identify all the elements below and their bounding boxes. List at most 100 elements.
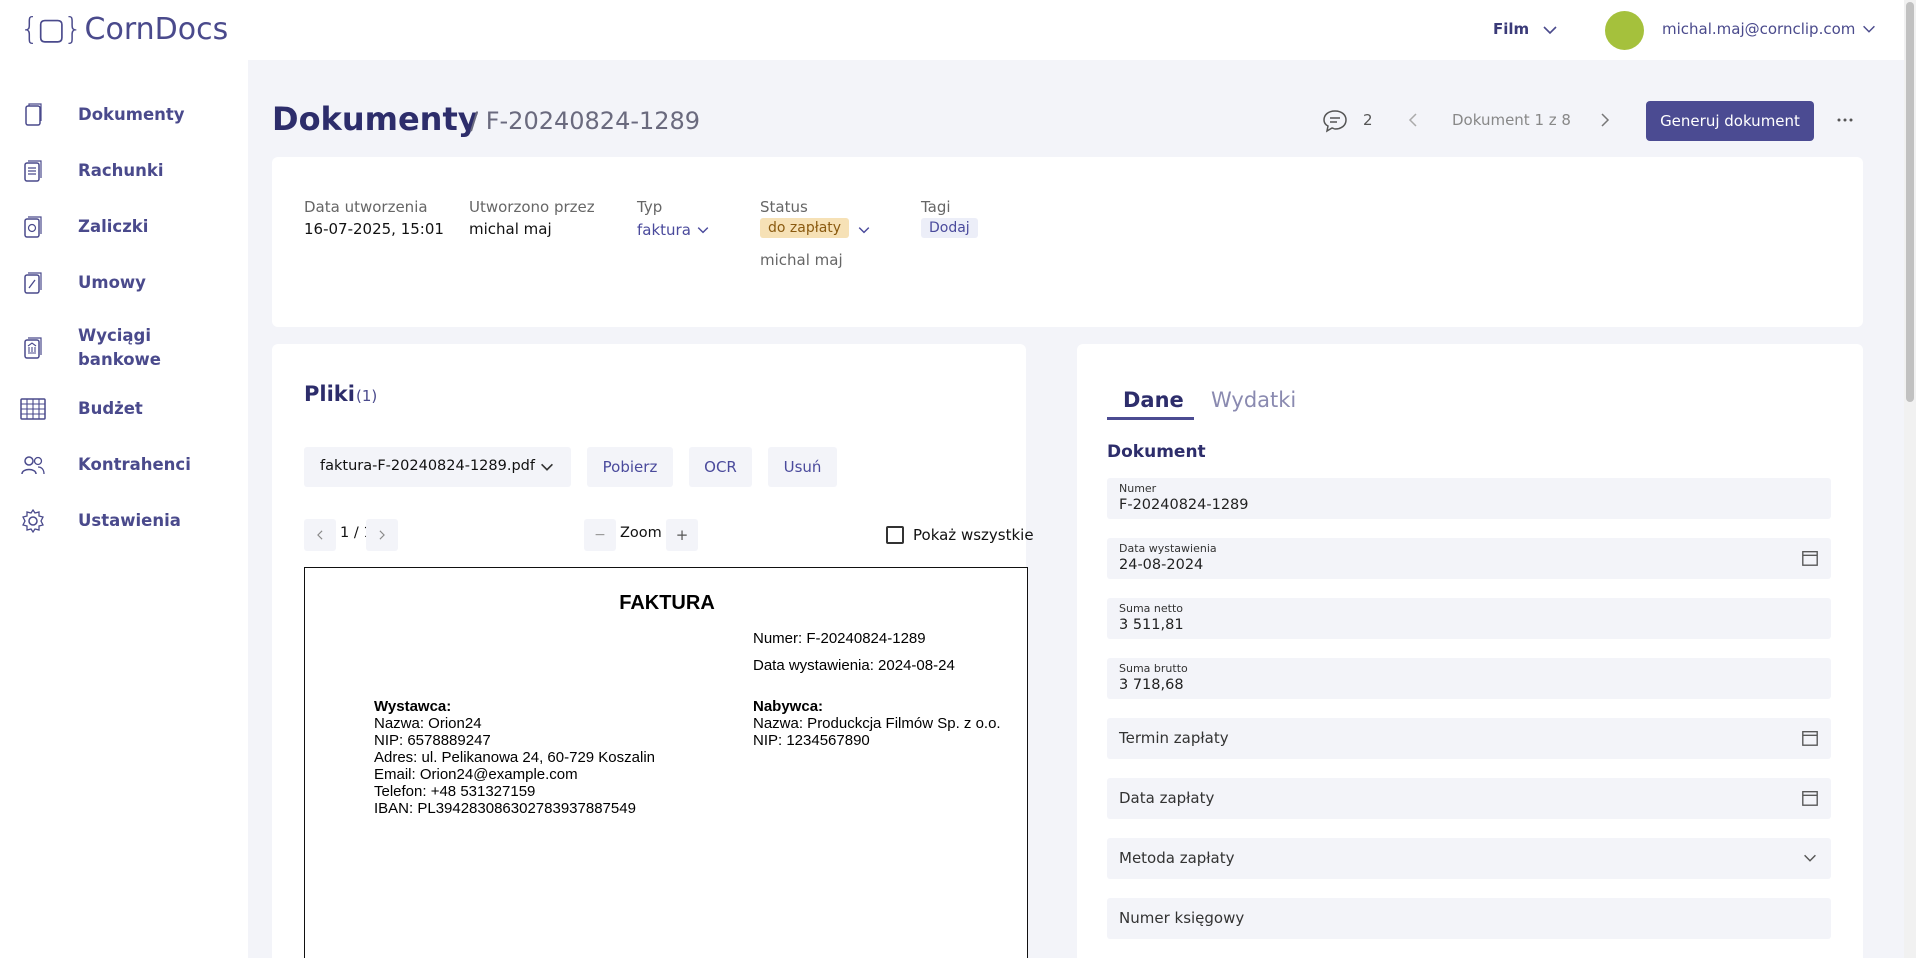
- app-logo[interactable]: {▢} CornDocs: [20, 12, 228, 48]
- type-label: Typ: [637, 198, 663, 216]
- comment-icon[interactable]: [1322, 108, 1348, 134]
- calendar-icon[interactable]: [1801, 789, 1819, 807]
- show-all-checkbox[interactable]: [886, 526, 904, 544]
- tab-wydatki[interactable]: Wydatki: [1211, 388, 1296, 412]
- advance-icon: [24, 216, 42, 238]
- invoice-number: Numer: F-20240824-1289: [753, 630, 926, 647]
- users-icon: [21, 456, 45, 475]
- chevron-right-icon: [379, 530, 385, 540]
- sidebar-item-rachunki[interactable]: Rachunki: [0, 151, 248, 191]
- zoom-label: Zoom: [620, 525, 662, 541]
- seller-line: NIP: 6578889247: [374, 732, 491, 749]
- sidebar-item-label: Ustawienia: [78, 511, 181, 530]
- sidebar-item-label: Zaliczki: [78, 217, 149, 236]
- issue-date-field[interactable]: Data wystawienia 24-08-2024: [1107, 538, 1831, 579]
- add-tag-button[interactable]: Dodaj: [921, 218, 978, 238]
- created-by-label: Utworzono przez: [469, 198, 595, 216]
- show-all-label[interactable]: Pokaż wszystkie: [913, 526, 1034, 544]
- files-count: (1): [356, 387, 378, 405]
- seller-line: Adres: ul. Pelikanowa 24, 60-729 Koszali…: [374, 749, 656, 766]
- zoom-out-button[interactable]: −: [584, 519, 616, 551]
- more-options-icon[interactable]: [1835, 110, 1855, 130]
- sidebar-item-label: Kontrahenci: [78, 455, 191, 474]
- created-date-label: Data utworzenia: [304, 198, 428, 216]
- active-tab-indicator: [1107, 417, 1194, 420]
- sidebar-item-label: Umowy: [78, 273, 146, 292]
- created-date-value: 16-07-2025, 15:01: [304, 220, 444, 238]
- files-title: Pliki: [304, 382, 355, 406]
- page-scrollbar[interactable]: [1904, 0, 1916, 958]
- chevron-down-icon[interactable]: [1540, 20, 1560, 40]
- comment-count[interactable]: 2: [1363, 111, 1373, 129]
- field-value: 3 511,81: [1119, 617, 1184, 633]
- chevron-down-icon[interactable]: [1860, 20, 1878, 38]
- sidebar-item-wyciagi-bankowe[interactable]: Wyciągi bankowe: [0, 318, 248, 378]
- seller-line: Telefon: +48 531327159: [374, 783, 536, 800]
- tags-label: Tagi: [921, 198, 951, 216]
- file-selector[interactable]: faktura-F-20240824-1289.pdf: [304, 447, 571, 487]
- buyer-heading: Nabywca:: [753, 698, 824, 715]
- prev-page-button[interactable]: [304, 519, 336, 551]
- status-user: michal maj: [760, 251, 843, 269]
- calendar-icon[interactable]: [1801, 729, 1819, 747]
- download-button[interactable]: Pobierz: [587, 447, 673, 487]
- sidebar-item-kontrahenci[interactable]: Kontrahenci: [0, 445, 248, 485]
- number-field[interactable]: Numer F-20240824-1289: [1107, 478, 1831, 519]
- logo-mark: {▢}: [20, 12, 83, 47]
- ocr-button[interactable]: OCR: [689, 447, 752, 487]
- table-icon: [20, 398, 46, 420]
- payment-method-field[interactable]: Metoda zapłaty: [1107, 838, 1831, 879]
- field-label: Numer: [1119, 482, 1157, 495]
- sidebar-item-label: Dokumenty: [78, 105, 185, 124]
- delete-button[interactable]: Usuń: [768, 447, 837, 487]
- field-placeholder: Metoda zapłaty: [1119, 849, 1235, 867]
- accounting-number-field[interactable]: Numer księgowy: [1107, 898, 1831, 939]
- user-email[interactable]: michal.maj@cornclip.com: [1662, 20, 1855, 38]
- status-badge[interactable]: do zapłaty: [760, 218, 850, 238]
- gross-sum-field[interactable]: Suma brutto 3 718,68: [1107, 658, 1831, 699]
- logo-text: CornDocs: [84, 12, 229, 47]
- buyer-line: Nazwa: Produckcja Filmów Sp. z o.o.: [753, 715, 1001, 732]
- sidebar-item-ustawienia[interactable]: Ustawienia: [0, 501, 248, 541]
- file-selector-value: faktura-F-20240824-1289.pdf: [320, 458, 535, 474]
- document-id: / F-20240824-1289: [470, 107, 701, 135]
- chevron-right-icon[interactable]: [1595, 110, 1615, 130]
- sidebar-item-label: Budżet: [78, 399, 143, 418]
- type-selector[interactable]: faktura: [637, 221, 691, 239]
- top-bar: {▢} CornDocs Film michal.maj@cornclip.co…: [0, 0, 1906, 60]
- chevron-down-icon: [1804, 854, 1816, 862]
- net-sum-field[interactable]: Suma netto 3 511,81: [1107, 598, 1831, 639]
- calendar-icon[interactable]: [1801, 549, 1819, 567]
- field-placeholder: Termin zapłaty: [1119, 729, 1229, 747]
- scrollbar-thumb[interactable]: [1906, 2, 1914, 402]
- contract-icon: [24, 272, 42, 294]
- field-value: 3 718,68: [1119, 677, 1184, 693]
- field-placeholder: Numer księgowy: [1119, 909, 1245, 927]
- created-by-value: michal maj: [469, 220, 552, 238]
- field-label: Data wystawienia: [1119, 542, 1217, 555]
- chevron-down-icon[interactable]: [856, 222, 872, 238]
- sidebar-item-budzet[interactable]: Budżet: [0, 389, 248, 429]
- pdf-preview[interactable]: FAKTURA Numer: F-20240824-1289 Data wyst…: [304, 567, 1028, 958]
- chevron-left-icon: [317, 530, 323, 540]
- field-value: 24-08-2024: [1119, 557, 1204, 573]
- zoom-in-button[interactable]: +: [666, 519, 698, 551]
- page-title[interactable]: Dokumenty: [272, 100, 479, 138]
- field-label: Suma brutto: [1119, 662, 1188, 675]
- generate-document-button[interactable]: Generuj dokument: [1646, 101, 1814, 141]
- avatar[interactable]: [1605, 11, 1644, 50]
- document-info-card: [272, 157, 1863, 327]
- sidebar-item-zaliczki[interactable]: Zaliczki: [0, 207, 248, 247]
- chevron-down-icon[interactable]: [695, 222, 711, 238]
- payment-date-field[interactable]: Data zapłaty: [1107, 778, 1831, 819]
- sidebar-item-dokumenty[interactable]: Dokumenty: [0, 95, 248, 135]
- chevron-down-icon: [541, 463, 553, 471]
- sidebar-item-umowy[interactable]: Umowy: [0, 263, 248, 303]
- field-label: Suma netto: [1119, 602, 1184, 615]
- project-selector[interactable]: Film: [1493, 20, 1529, 38]
- next-page-button[interactable]: [366, 519, 398, 551]
- due-date-field[interactable]: Termin zapłaty: [1107, 718, 1831, 759]
- tab-dane[interactable]: Dane: [1123, 388, 1184, 412]
- receipt-icon: [24, 160, 42, 182]
- chevron-left-icon[interactable]: [1403, 110, 1423, 130]
